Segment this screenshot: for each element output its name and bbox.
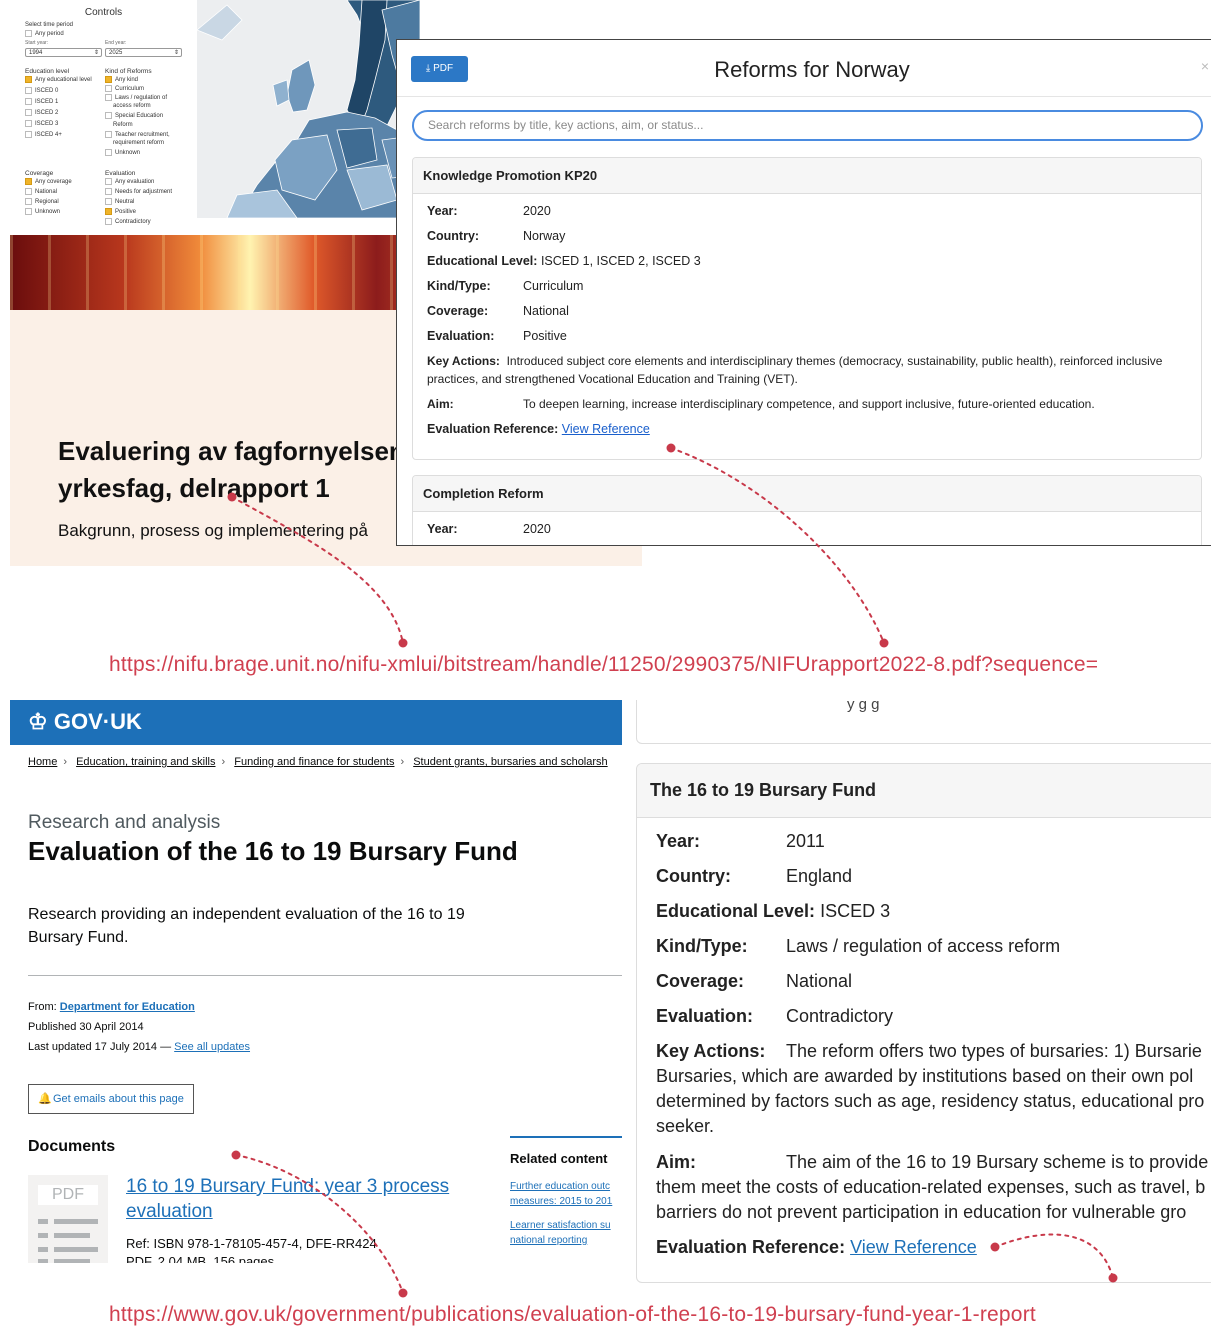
connector-dot: [879, 638, 889, 648]
connector-dot: [398, 1288, 408, 1298]
connector-dot: [227, 492, 237, 502]
connector-dot: [231, 1150, 241, 1160]
connector-line: [994, 1233, 1114, 1279]
connector-overlay: [227, 443, 1118, 1298]
connector-line: [670, 447, 885, 644]
connector-line: [235, 1154, 404, 1294]
connector-dot: [1108, 1273, 1118, 1283]
connector-line: [231, 496, 404, 644]
connector-dot: [398, 638, 408, 648]
connector-dot: [990, 1242, 1000, 1252]
connector-dot: [666, 443, 676, 453]
